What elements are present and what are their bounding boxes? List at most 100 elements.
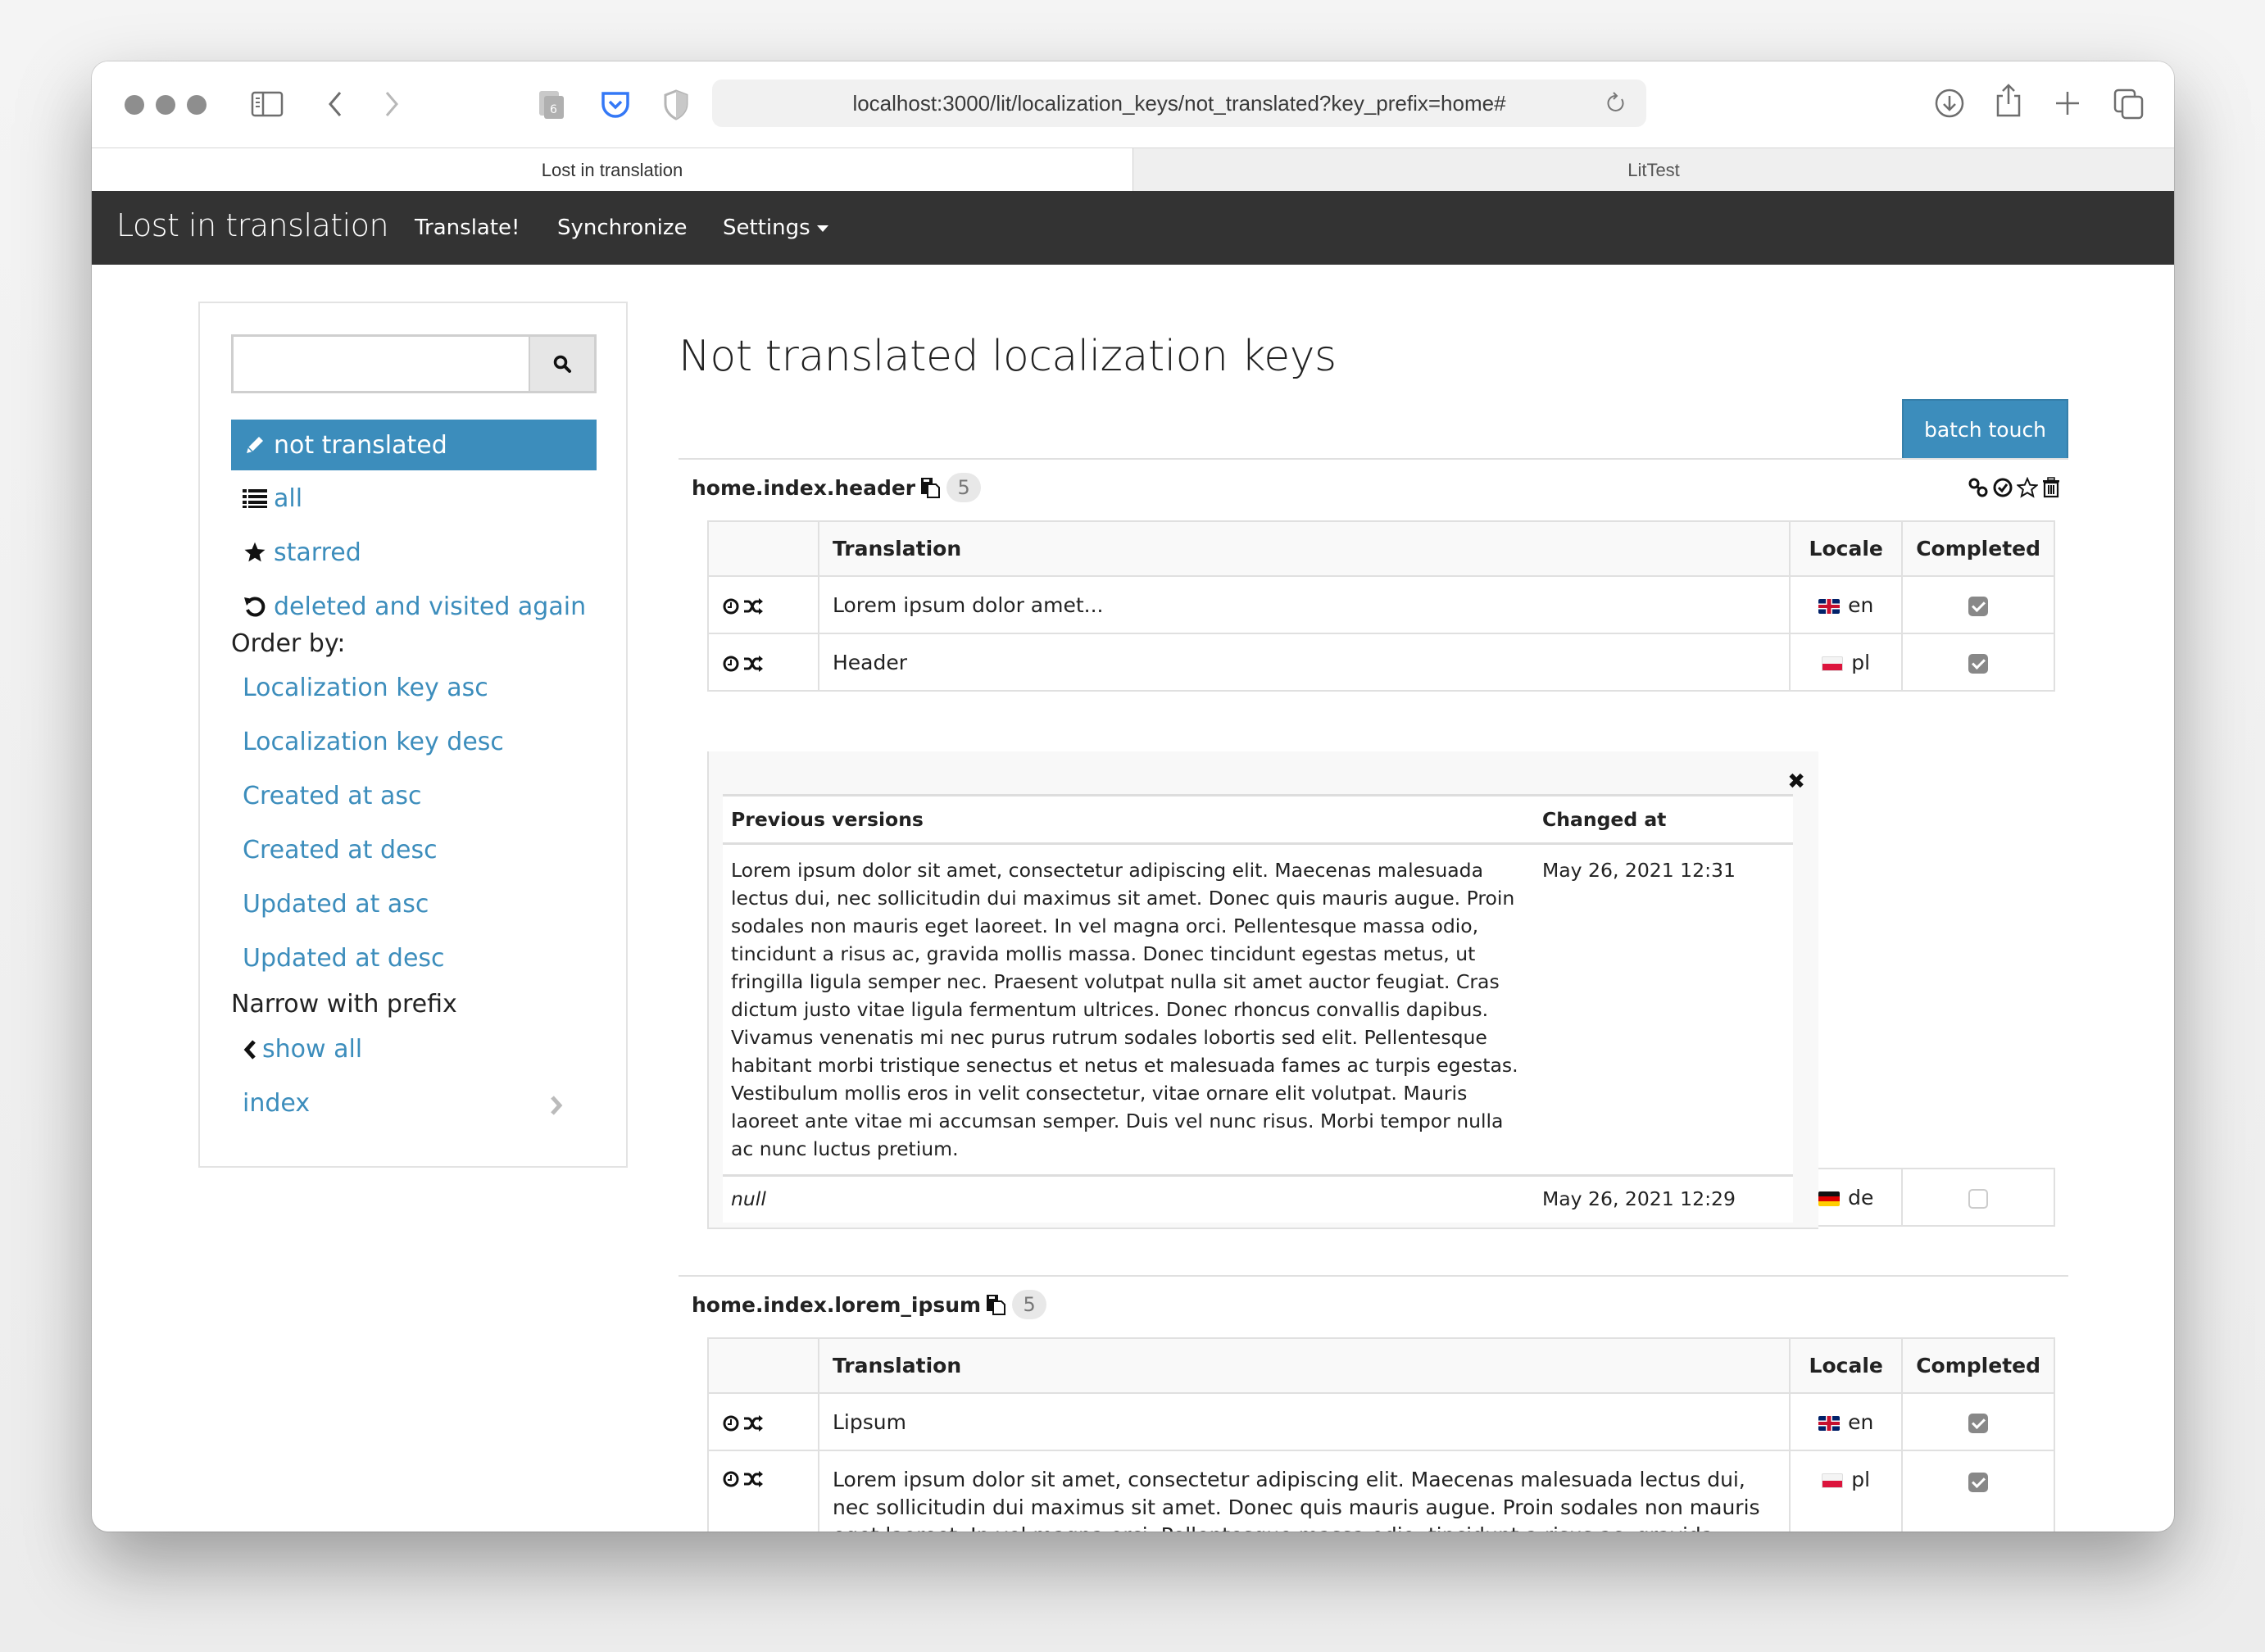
search-input[interactable] bbox=[234, 337, 529, 391]
order-by-label: Order by: bbox=[231, 629, 346, 658]
count-badge: 5 bbox=[1012, 1290, 1047, 1319]
icons-header bbox=[707, 520, 819, 577]
nav-synchronize[interactable]: Synchronize bbox=[557, 216, 688, 240]
prefix-item-index[interactable]: index bbox=[243, 1089, 595, 1118]
filter-not-translated[interactable]: not translated bbox=[231, 420, 597, 470]
completed-checkbox[interactable] bbox=[1968, 1413, 1989, 1433]
show-all-link[interactable]: show all bbox=[243, 1035, 362, 1064]
shuffle-icon[interactable] bbox=[743, 597, 763, 615]
back-icon[interactable] bbox=[325, 89, 345, 119]
version-row: null May 26, 2021 12:29 bbox=[723, 1174, 1793, 1223]
completed-cell bbox=[1901, 633, 2055, 692]
order-updated-desc[interactable]: Updated at desc bbox=[243, 944, 445, 973]
share-icon[interactable] bbox=[1995, 83, 2022, 119]
sidebar: not translated all starred deleted and v… bbox=[198, 302, 628, 1168]
browser-toolbar: 6 localhost:3000/lit/localization_keys/n… bbox=[92, 61, 2174, 148]
key-actions bbox=[1968, 477, 2061, 498]
check-circle-icon[interactable] bbox=[1992, 477, 2013, 498]
flag-pl-icon bbox=[1822, 656, 1844, 671]
filter-label: deleted and visited again bbox=[274, 592, 587, 621]
translation-header: Translation bbox=[817, 520, 1791, 577]
batch-touch-button[interactable]: batch touch bbox=[1902, 399, 2068, 460]
tab-littest[interactable]: LitTest bbox=[1132, 148, 2174, 192]
order-key-desc[interactable]: Localization key desc bbox=[243, 728, 504, 756]
table-row: Lorem ipsum dolor amet... en bbox=[707, 575, 2055, 634]
minimize-window-button[interactable] bbox=[156, 95, 175, 115]
order-created-desc[interactable]: Created at desc bbox=[243, 836, 438, 865]
completed-cell bbox=[1901, 1168, 2055, 1227]
filter-label: starred bbox=[274, 538, 361, 567]
list-icon bbox=[243, 486, 267, 511]
order-created-asc[interactable]: Created at asc bbox=[243, 782, 421, 810]
brand-link[interactable]: Lost in translation bbox=[116, 207, 389, 243]
completed-checkbox[interactable] bbox=[1968, 1473, 1989, 1492]
downloads-icon[interactable] bbox=[1934, 88, 1965, 119]
history-icon[interactable] bbox=[722, 1470, 740, 1488]
completed-header: Completed bbox=[1901, 520, 2055, 577]
page-title: Not translated localization keys bbox=[679, 332, 1337, 381]
url-text: localhost:3000/lit/localization_keys/not… bbox=[852, 90, 1506, 116]
filter-all[interactable]: all bbox=[231, 473, 597, 524]
copy-icon[interactable] bbox=[986, 1294, 1006, 1315]
version-date: May 26, 2021 12:31 bbox=[1542, 859, 1736, 882]
pocket-icon[interactable] bbox=[600, 89, 631, 120]
chevron-right-icon bbox=[549, 1094, 564, 1123]
translation-cell[interactable]: Lorem ipsum dolor amet... bbox=[817, 575, 1791, 634]
history-icon[interactable] bbox=[722, 1414, 740, 1432]
prefix-label: index bbox=[243, 1089, 311, 1118]
completed-checkbox[interactable] bbox=[1968, 653, 1989, 674]
zoom-window-button[interactable] bbox=[187, 95, 207, 115]
search-button[interactable] bbox=[529, 337, 594, 391]
reload-icon[interactable] bbox=[1605, 91, 1627, 121]
key-header: home.index.lorem_ipsum 5 bbox=[692, 1288, 1047, 1321]
nav-settings-dropdown[interactable]: Settings bbox=[723, 216, 828, 240]
tab-overview-icon[interactable] bbox=[2113, 88, 2145, 120]
url-bar[interactable]: localhost:3000/lit/localization_keys/not… bbox=[712, 79, 1646, 127]
star-outline-icon[interactable] bbox=[2017, 477, 2038, 498]
version-date: May 26, 2021 12:29 bbox=[1534, 1174, 1793, 1223]
privacy-shield-icon[interactable] bbox=[663, 89, 689, 120]
chevron-left-icon bbox=[243, 1039, 257, 1060]
locale-cell: pl bbox=[1789, 633, 1904, 692]
trash-icon[interactable] bbox=[2041, 477, 2061, 498]
locale-code: en bbox=[1848, 592, 1874, 617]
shuffle-icon[interactable] bbox=[743, 1414, 763, 1432]
locale-header: Locale bbox=[1789, 520, 1904, 577]
row-actions bbox=[707, 575, 819, 634]
caret-down-icon bbox=[816, 225, 828, 232]
close-icon[interactable]: ✖ bbox=[1787, 769, 1805, 794]
copy-icon[interactable] bbox=[920, 477, 941, 498]
new-tab-icon[interactable] bbox=[2054, 89, 2081, 117]
translation-cell[interactable]: Header bbox=[817, 633, 1791, 692]
order-key-asc[interactable]: Localization key asc bbox=[243, 674, 488, 702]
nav-translate[interactable]: Translate! bbox=[415, 216, 520, 240]
shuffle-icon[interactable] bbox=[743, 1470, 763, 1488]
history-icon[interactable] bbox=[722, 655, 740, 673]
shuffle-icon[interactable] bbox=[743, 655, 763, 673]
order-updated-asc[interactable]: Updated at asc bbox=[243, 890, 429, 919]
filter-starred[interactable]: starred bbox=[231, 527, 597, 578]
extension-icon[interactable]: 6 bbox=[538, 89, 567, 120]
flag-de-icon bbox=[1818, 1191, 1841, 1206]
translation-cell[interactable]: Lipsum bbox=[817, 1392, 1791, 1451]
forward-icon[interactable] bbox=[382, 89, 402, 119]
flag-pl-icon bbox=[1822, 1473, 1844, 1488]
completed-checkbox[interactable] bbox=[1968, 596, 1989, 616]
versions-header-row: Previous versions Changed at bbox=[723, 794, 1793, 845]
link-icon[interactable] bbox=[1968, 477, 1989, 498]
browser-window: 6 localhost:3000/lit/localization_keys/n… bbox=[92, 61, 2174, 1532]
completed-cell bbox=[1901, 575, 2055, 634]
completed-checkbox[interactable] bbox=[1968, 1188, 1989, 1209]
filter-deleted-visited[interactable]: deleted and visited again bbox=[231, 581, 597, 632]
translation-cell[interactable]: Lorem ipsum dolor sit amet, consectetur … bbox=[817, 1450, 1791, 1532]
close-window-button[interactable] bbox=[125, 95, 144, 115]
locale-code: en bbox=[1848, 1409, 1874, 1434]
table-row: Lipsum en bbox=[707, 1392, 2055, 1451]
undo-icon bbox=[243, 594, 267, 619]
sidebar-toggle-icon[interactable] bbox=[251, 91, 284, 117]
history-icon[interactable] bbox=[722, 597, 740, 615]
previous-versions-panel: ✖ Previous versions Changed at Lorem ips… bbox=[707, 751, 1818, 1229]
completed-cell bbox=[1901, 1392, 2055, 1451]
tab-lost-in-translation[interactable]: Lost in translation bbox=[92, 148, 1132, 192]
key-name: home.index.header bbox=[692, 475, 916, 500]
